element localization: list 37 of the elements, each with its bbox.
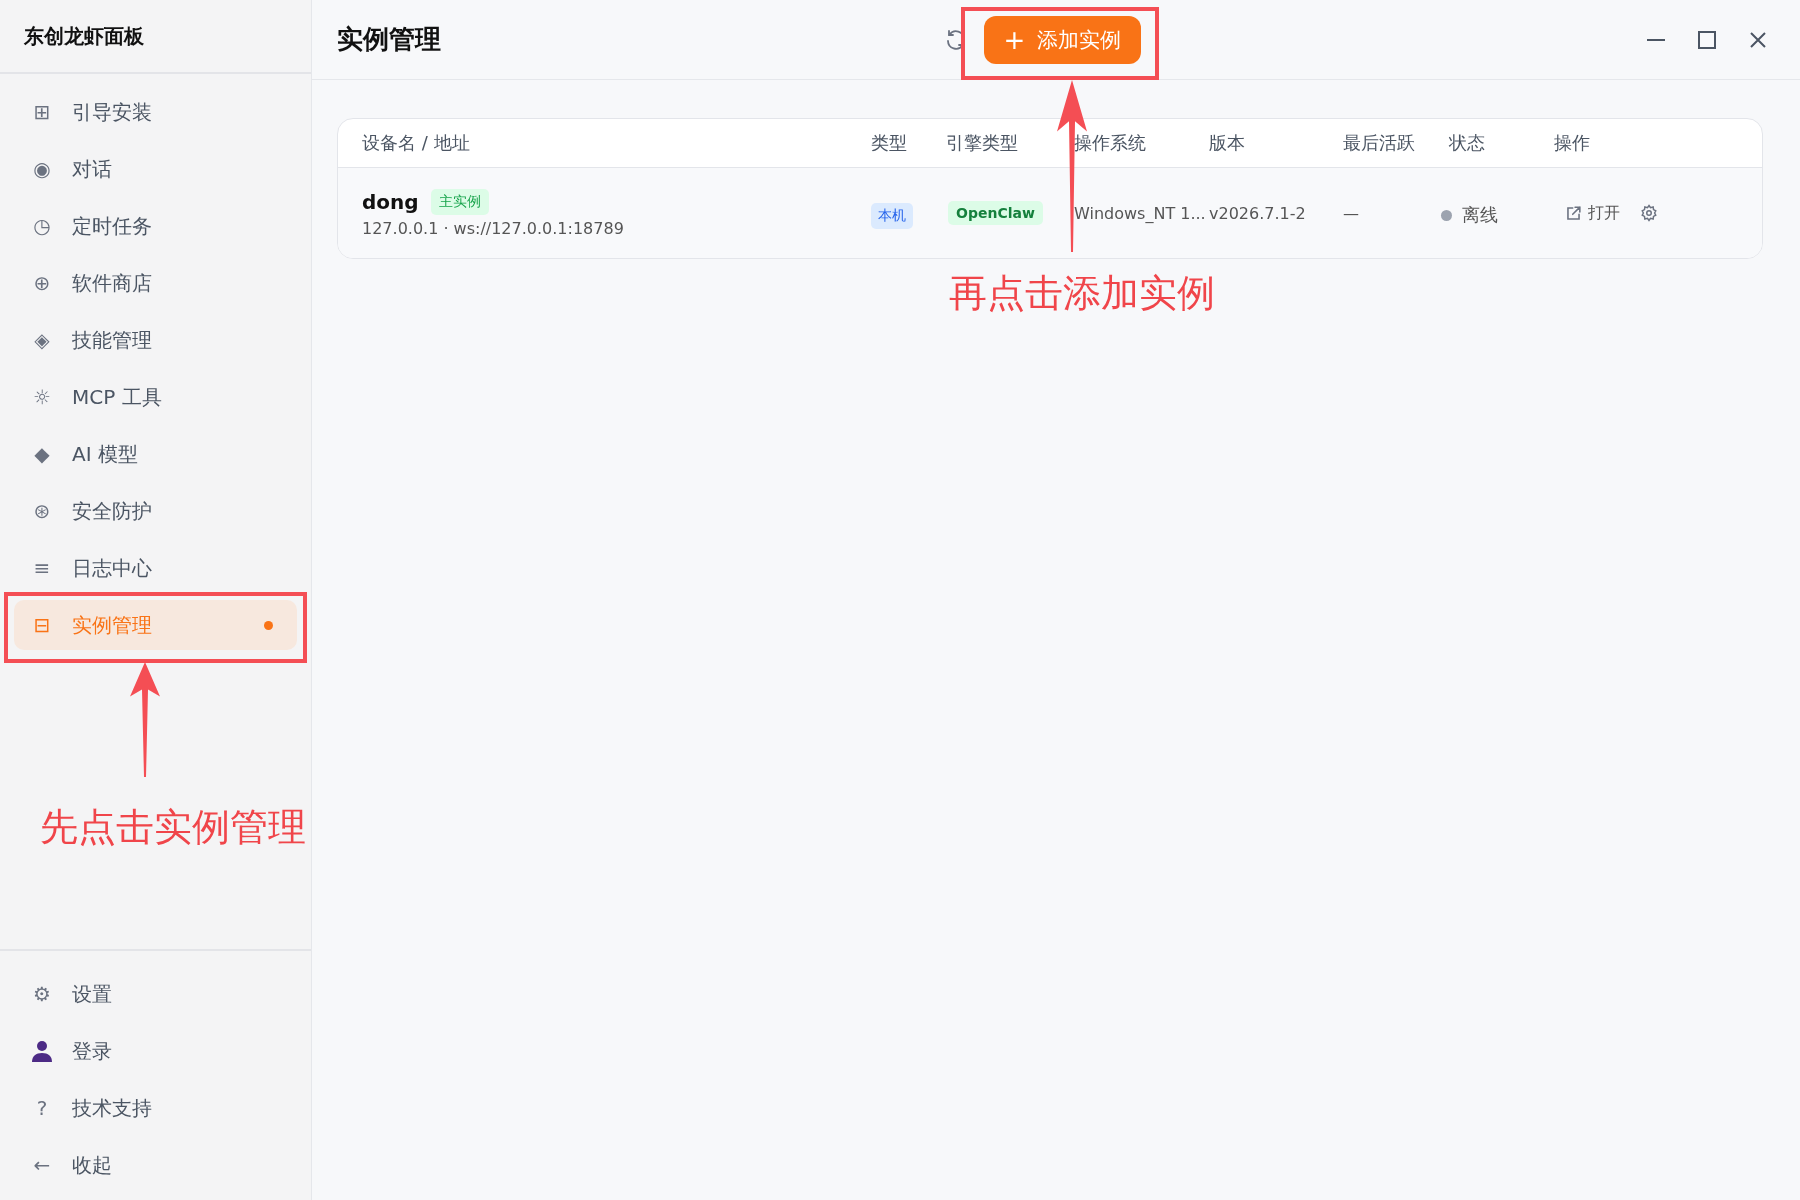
sidebar-item[interactable]: ≡ 日志中心 xyxy=(14,543,297,593)
external-link-icon xyxy=(1564,203,1583,223)
column-header: 状态 xyxy=(1449,131,1486,155)
column-header: 操作 xyxy=(1554,131,1591,155)
last-active-text: — xyxy=(1343,203,1359,223)
user-icon xyxy=(30,1039,54,1063)
sidebar-item[interactable]: ⊞ 引导安装 xyxy=(14,87,297,137)
column-header: 引擎类型 xyxy=(946,131,1019,155)
sidebar-item[interactable]: ◈ 技能管理 xyxy=(14,315,297,365)
device-name: dong xyxy=(362,189,419,214)
column-header: 版本 xyxy=(1209,131,1246,155)
sidebar-item[interactable]: 登录 xyxy=(14,1026,297,1076)
sidebar-item[interactable]: ◉ 对话 xyxy=(14,144,297,194)
page-title: 实例管理 xyxy=(337,23,441,56)
settings-icon[interactable] xyxy=(1640,204,1658,222)
sidebar-item[interactable]: ⊕ 软件商店 xyxy=(14,258,297,308)
open-button[interactable]: 打开 xyxy=(1564,202,1620,224)
sidebar-item[interactable]: ? 技术支持 xyxy=(14,1083,297,1133)
status-text: 离线 xyxy=(1462,203,1498,227)
os-text: Windows_NT 1... xyxy=(1074,203,1206,223)
annotation-text: 先点击实例管理 xyxy=(40,804,306,851)
device-address: 127.0.0.1 · ws://127.0.0.1:18789 xyxy=(362,218,625,238)
version-text: v2026.7.1-2 xyxy=(1209,203,1306,223)
sidebar-item[interactable]: ← 收起 xyxy=(14,1140,297,1190)
column-header: 类型 xyxy=(871,131,908,155)
sidebar-item[interactable]: ☼ MCP 工具 xyxy=(14,372,297,422)
sidebar-item[interactable]: ◷ 定时任务 xyxy=(14,201,297,251)
type-tag: 本机 xyxy=(871,203,913,229)
engine-tag: OpenClaw xyxy=(948,201,1043,225)
app-title: 东创龙虾面板 xyxy=(24,22,144,50)
annotation-text: 再点击添加实例 xyxy=(949,270,1215,317)
sidebar-item[interactable]: ◆ AI 模型 xyxy=(14,429,297,479)
sidebar-item[interactable]: ⚙ 设置 xyxy=(14,969,297,1019)
primary-tag: 主实例 xyxy=(430,188,489,215)
column-header: 设备名 / 地址 xyxy=(362,131,471,155)
column-header: 最后活跃 xyxy=(1343,131,1416,155)
sidebar-item[interactable]: ⊛ 安全防护 xyxy=(14,486,297,536)
